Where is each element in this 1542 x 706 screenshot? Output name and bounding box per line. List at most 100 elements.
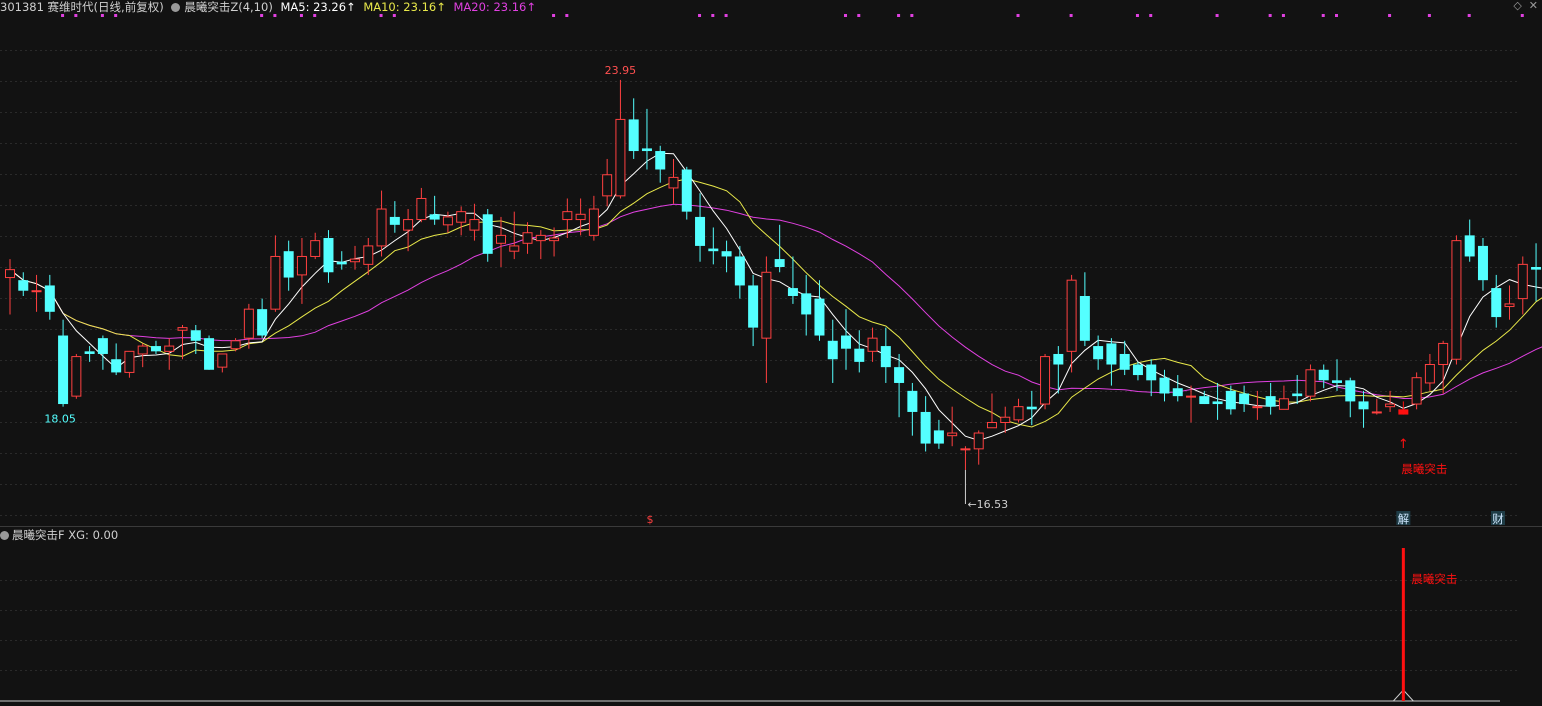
- candle-body: [1252, 406, 1263, 409]
- candle: [1517, 256, 1528, 315]
- candle-body: [310, 240, 321, 257]
- candle-body: [71, 356, 82, 397]
- candle: [111, 343, 122, 376]
- candle-body: [734, 256, 745, 286]
- candle-body: [111, 359, 122, 373]
- candle: [535, 230, 546, 260]
- candle-body: [1504, 303, 1515, 308]
- top-marker-dot: [61, 14, 65, 17]
- low-price-label: ←16.53: [967, 498, 1008, 511]
- candle: [336, 251, 347, 270]
- ma20-value: MA20: 23.16↑: [453, 0, 537, 14]
- candle-body: [1517, 263, 1528, 300]
- candle-body: [535, 234, 546, 242]
- candle-body: [243, 308, 254, 339]
- candle: [1053, 346, 1064, 394]
- top-marker-dot: [1321, 14, 1325, 17]
- candle: [283, 240, 294, 291]
- candle: [1119, 340, 1130, 376]
- top-marker-dot: [273, 14, 277, 17]
- candle: [1424, 353, 1435, 391]
- candle: [973, 430, 984, 465]
- candle: [1371, 398, 1382, 415]
- candle-body: [204, 338, 215, 370]
- candle-body: [1438, 342, 1449, 366]
- candle-body: [655, 151, 666, 170]
- candle-body: [177, 327, 188, 331]
- indicator-toggle-icon[interactable]: [171, 3, 181, 12]
- candle: [190, 324, 201, 354]
- close-icon[interactable]: ✕: [1529, 0, 1538, 12]
- top-marker-dot: [299, 14, 303, 17]
- kline-chart[interactable]: 23.9518.05←16.53↖24.59↑晨曦突击$解财晨曦突击: [0, 0, 1542, 706]
- top-marker-dot: [1135, 14, 1139, 17]
- marker-jie: 解: [1398, 512, 1410, 526]
- candle: [854, 330, 865, 373]
- top-marker-dot: [910, 14, 914, 17]
- candle-body: [1424, 364, 1435, 384]
- top-marker-dot: [1069, 14, 1073, 17]
- candle: [71, 353, 82, 399]
- candle-body: [1531, 267, 1542, 270]
- candle-body: [429, 214, 440, 220]
- marker-cai: 财: [1492, 512, 1504, 526]
- candle-body: [748, 285, 759, 328]
- candle-body: [1292, 393, 1303, 397]
- candle-body: [602, 174, 613, 197]
- window-controls: ◇ ✕: [1513, 0, 1538, 12]
- candle-body: [841, 335, 852, 349]
- candle: [1013, 398, 1024, 423]
- candle-body: [389, 216, 400, 225]
- candle: [509, 211, 520, 260]
- candle: [1345, 377, 1356, 418]
- top-marker-dot: [392, 14, 396, 17]
- candle: [150, 340, 161, 354]
- candle: [761, 256, 772, 383]
- top-marker-dot: [857, 14, 861, 17]
- candle-body: [880, 346, 891, 368]
- top-marker-dot: [552, 14, 556, 17]
- candle-body: [814, 298, 825, 336]
- candle: [495, 216, 506, 267]
- signal-arrow-icon: ↑: [1398, 437, 1409, 452]
- candle-body: [801, 293, 812, 315]
- top-marker-dot: [379, 14, 383, 17]
- candle: [31, 274, 42, 312]
- candle: [1106, 338, 1117, 386]
- candle-body: [1345, 380, 1356, 402]
- candle: [97, 335, 108, 370]
- candle: [1040, 353, 1051, 410]
- candle: [920, 396, 931, 452]
- candle: [1305, 364, 1316, 402]
- candle-body: [1093, 346, 1104, 360]
- candle-body: [787, 288, 798, 296]
- candle: [1186, 385, 1197, 423]
- candle: [1000, 406, 1011, 434]
- candle-body: [18, 280, 29, 291]
- candle-body: [509, 245, 520, 252]
- candle: [124, 350, 135, 378]
- candle: [615, 79, 626, 199]
- candle-body: [1186, 395, 1197, 398]
- top-marker-dot: [711, 14, 715, 17]
- candle: [588, 195, 599, 241]
- candle: [549, 227, 560, 257]
- candle: [1066, 274, 1077, 373]
- top-marker-dot: [698, 14, 702, 17]
- candle-body: [124, 350, 135, 373]
- diamond-icon[interactable]: ◇: [1513, 0, 1521, 12]
- candle-body: [1464, 235, 1475, 257]
- candle-body: [1119, 353, 1130, 370]
- high-price-label: 23.95: [605, 64, 637, 77]
- candle-body: [907, 390, 918, 412]
- top-marker-dot: [724, 14, 728, 17]
- candle: [243, 303, 254, 349]
- candle-body: [1040, 356, 1051, 405]
- candle-body: [1332, 380, 1342, 383]
- candle-body: [1146, 364, 1157, 381]
- candle: [774, 224, 785, 273]
- top-marker-dot: [565, 14, 569, 17]
- sub-indicator-toggle-icon[interactable]: [0, 531, 9, 540]
- candle: [1385, 390, 1396, 412]
- candle: [641, 108, 652, 170]
